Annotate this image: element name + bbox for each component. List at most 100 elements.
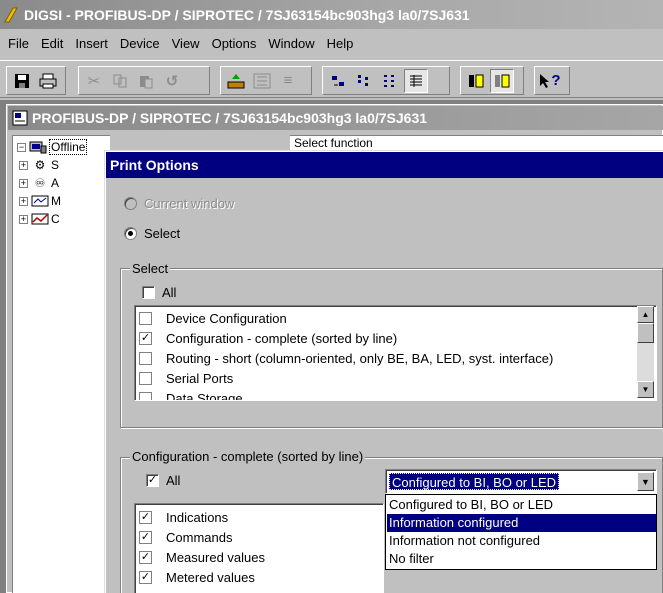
device-folder-icon (29, 139, 47, 155)
list-item[interactable]: Serial Ports (139, 368, 233, 388)
tree-node-label: M (51, 194, 61, 208)
tree-node-s[interactable]: + ⚙ S (19, 156, 59, 174)
list-item-label: Serial Ports (166, 370, 234, 386)
list-item-checkbox[interactable]: ✓ (139, 331, 152, 345)
menu-device[interactable]: Device (114, 36, 166, 51)
select-group-label: Select (130, 261, 171, 276)
filter-option[interactable]: No filter (387, 550, 656, 568)
expand-icon[interactable]: + (19, 178, 28, 188)
cut-icon[interactable]: ✂ (82, 69, 106, 93)
list-item[interactable]: Data Storage (139, 388, 243, 401)
menu-bar: File Edit Insert Device View Options Win… (0, 32, 663, 54)
radio-select-label: Select (144, 226, 181, 241)
print-items-listbox[interactable]: Device Configuration ✓ Configuration - c… (134, 305, 657, 401)
tree-node-a[interactable]: + ♾ A (19, 174, 59, 192)
dialog-title: Print Options (110, 157, 199, 173)
menu-edit[interactable]: Edit (35, 36, 69, 51)
list-item-checkbox[interactable] (139, 311, 152, 325)
scroll-up-icon[interactable]: ▲ (637, 306, 654, 323)
expand-icon[interactable]: + (19, 196, 28, 206)
undo-icon[interactable]: ↺ (160, 69, 184, 93)
filter-option[interactable]: Information configured (387, 514, 656, 532)
filter-dropdown-list[interactable]: Configured to BI, BO or LED Information … (385, 494, 657, 570)
list-item-checkbox[interactable] (139, 371, 152, 385)
menu-window[interactable]: Window (262, 36, 320, 51)
list-item[interactable]: ✓ Metered values (139, 567, 255, 587)
large-icons-icon[interactable] (326, 69, 350, 93)
list-item[interactable]: Device Configuration (139, 308, 287, 328)
radio-current-window-control[interactable] (124, 197, 137, 210)
details-view-icon[interactable] (404, 68, 428, 93)
download-icon[interactable] (250, 69, 274, 93)
collapse-icon[interactable]: − (17, 142, 26, 152)
chevron-down-icon[interactable]: ▼ (637, 472, 654, 491)
list-item[interactable]: ✓ Commands (139, 527, 232, 547)
filter-option[interactable]: Information not configured (387, 532, 656, 550)
menu-help[interactable]: Help (321, 36, 360, 51)
list-item-label: Routing - short (column-oriented, only B… (166, 350, 554, 366)
tree-node-root[interactable]: − Offline (17, 138, 88, 156)
list-item-label: Data Storage (166, 390, 243, 401)
listbox-scrollbar[interactable]: ▲ ▼ (637, 306, 654, 398)
scroll-down-icon[interactable]: ▼ (637, 381, 654, 398)
config-items-listbox[interactable]: ✓ Indications ✓ Commands ✓ Measured valu… (134, 503, 384, 593)
menu-insert[interactable]: Insert (69, 36, 114, 51)
list-view-icon[interactable] (378, 69, 402, 93)
config-all-checkbox[interactable]: ✓ All (146, 473, 180, 488)
list-item-label: Device Configuration (166, 310, 287, 326)
split-view-alt-icon[interactable] (490, 68, 514, 93)
list-item[interactable]: ✓ Configuration - complete (sorted by li… (139, 328, 397, 348)
tree-node-label: S (51, 158, 60, 172)
project-tree[interactable]: − Offline + ⚙ S + ♾ A + M + C (12, 135, 110, 593)
list-item[interactable]: ✓ Measured values (139, 547, 265, 567)
radio-select[interactable]: Select (124, 226, 180, 241)
toolbar-group-device: ≡ (220, 66, 312, 95)
save-icon[interactable] (10, 69, 34, 93)
radio-current-window-label: Current window (144, 196, 235, 211)
expand-icon[interactable]: + (19, 214, 28, 224)
list-item-label: Measured values (166, 549, 265, 565)
list-item[interactable]: ✓ Indications (139, 507, 228, 527)
radio-select-control[interactable] (124, 227, 137, 240)
tree-node-c[interactable]: + C (19, 210, 60, 228)
list-item-checkbox[interactable]: ✓ (139, 530, 152, 544)
list-item-checkbox[interactable]: ✓ (139, 570, 152, 584)
menu-view[interactable]: View (166, 36, 206, 51)
list-item-checkbox[interactable] (139, 351, 152, 365)
paste-icon[interactable] (134, 69, 158, 93)
context-help-icon[interactable]: ? (538, 69, 562, 93)
small-icons-icon[interactable] (352, 69, 376, 93)
list-item-checkbox[interactable]: ✓ (139, 550, 152, 564)
print-icon[interactable] (36, 69, 60, 93)
list-item-label: Configuration - complete (sorted by line… (166, 330, 398, 346)
list-item-checkbox[interactable] (139, 391, 152, 400)
list-item[interactable]: Routing - short (column-oriented, only B… (139, 348, 553, 368)
expand-icon[interactable]: + (19, 160, 28, 170)
list-item-checkbox[interactable]: ✓ (139, 510, 152, 524)
toolbar-group-help: ? (534, 66, 570, 95)
scroll-thumb[interactable] (637, 323, 654, 343)
tree-node-m[interactable]: + M (19, 192, 61, 210)
radio-current-window[interactable]: Current window (124, 196, 234, 211)
config-all-label: All (166, 473, 181, 488)
upload-icon[interactable] (224, 69, 248, 93)
project-window-title-bar[interactable]: PROFIBUS-DP / SIPROTEC / 7SJ63154bc903hg… (8, 106, 663, 130)
copy-icon[interactable] (108, 69, 132, 93)
select-all-checkbox[interactable]: All (142, 285, 176, 300)
menu-options[interactable]: Options (206, 36, 263, 51)
project-window-title: PROFIBUS-DP / SIPROTEC / 7SJ63154bc903hg… (32, 110, 428, 126)
list-item-label: Commands (166, 529, 233, 545)
filter-option[interactable]: Configured to BI, BO or LED (387, 496, 656, 514)
filter-combobox[interactable]: Configured to BI, BO or LED ▼ (385, 469, 657, 494)
dialog-title-bar[interactable]: Print Options (106, 152, 663, 178)
app-title-bar[interactable]: DIGSI - PROFIBUS-DP / SIPROTEC / 7SJ6315… (0, 0, 663, 29)
settings-icon[interactable]: ≡ (276, 69, 300, 93)
toolbar-group-edit: ✂ ↺ (78, 66, 210, 95)
list-item-label: Indications (166, 509, 229, 525)
menu-file[interactable]: File (2, 36, 35, 51)
select-all-check[interactable] (142, 286, 155, 299)
measurement-node-icon (31, 193, 49, 209)
config-all-check[interactable]: ✓ (146, 474, 159, 487)
split-view-icon[interactable] (464, 69, 488, 93)
toolbar-group-window (460, 66, 524, 95)
